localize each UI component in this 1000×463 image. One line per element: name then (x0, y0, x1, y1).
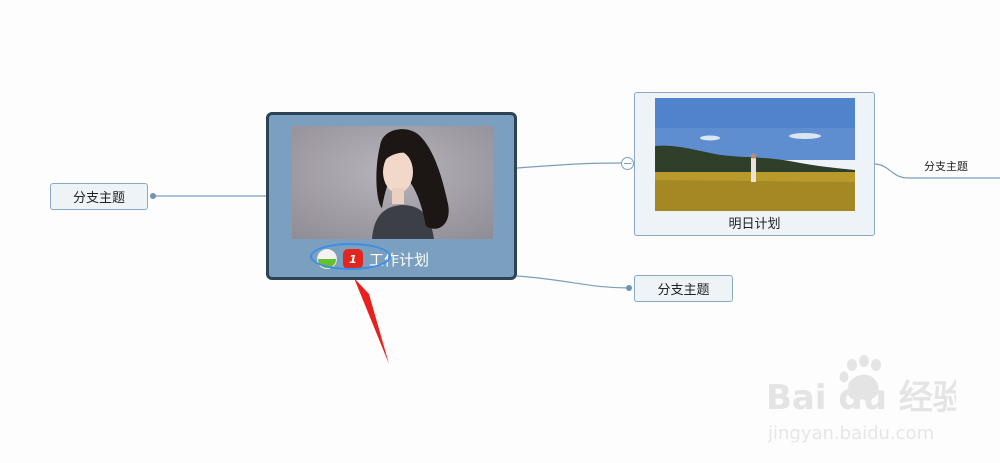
subtopic-far-right[interactable]: 分支主题 (924, 158, 968, 174)
branch-topic-left-label: 分支主题 (72, 191, 125, 206)
branch-topic-bottom-right-label: 分支主题 (657, 283, 710, 298)
connector-tomorrow (516, 162, 622, 169)
connector-bottom-right (516, 275, 630, 289)
image-topic-tomorrow[interactable]: 明日计划 (634, 92, 875, 236)
watermark-brand: Bai du 经验 (766, 378, 956, 418)
baidu-jingyan-watermark: Bai du 经验 jingyan.baidu.com (766, 353, 967, 448)
watermark-url: jingyan.baidu.com (767, 423, 934, 444)
connection-point-bottom-right (626, 285, 632, 291)
grassland-landscape-image (655, 98, 855, 211)
baidu-paw-logo: Bai du 经验 jingyan.baidu.com (766, 355, 967, 444)
central-topic[interactable]: 1 工作计划 (266, 112, 517, 280)
branch-topic-bottom-right[interactable]: 分支主题 (634, 275, 733, 302)
central-topic-image (292, 126, 493, 239)
annotation-arrow (354, 278, 389, 364)
marker-selection-highlight (310, 243, 391, 270)
branch-topic-left[interactable]: 分支主题 (50, 183, 148, 210)
collapse-toggle[interactable] (621, 157, 634, 170)
image-topic-title: 明日计划 (728, 217, 781, 232)
connection-point-left (150, 193, 156, 199)
